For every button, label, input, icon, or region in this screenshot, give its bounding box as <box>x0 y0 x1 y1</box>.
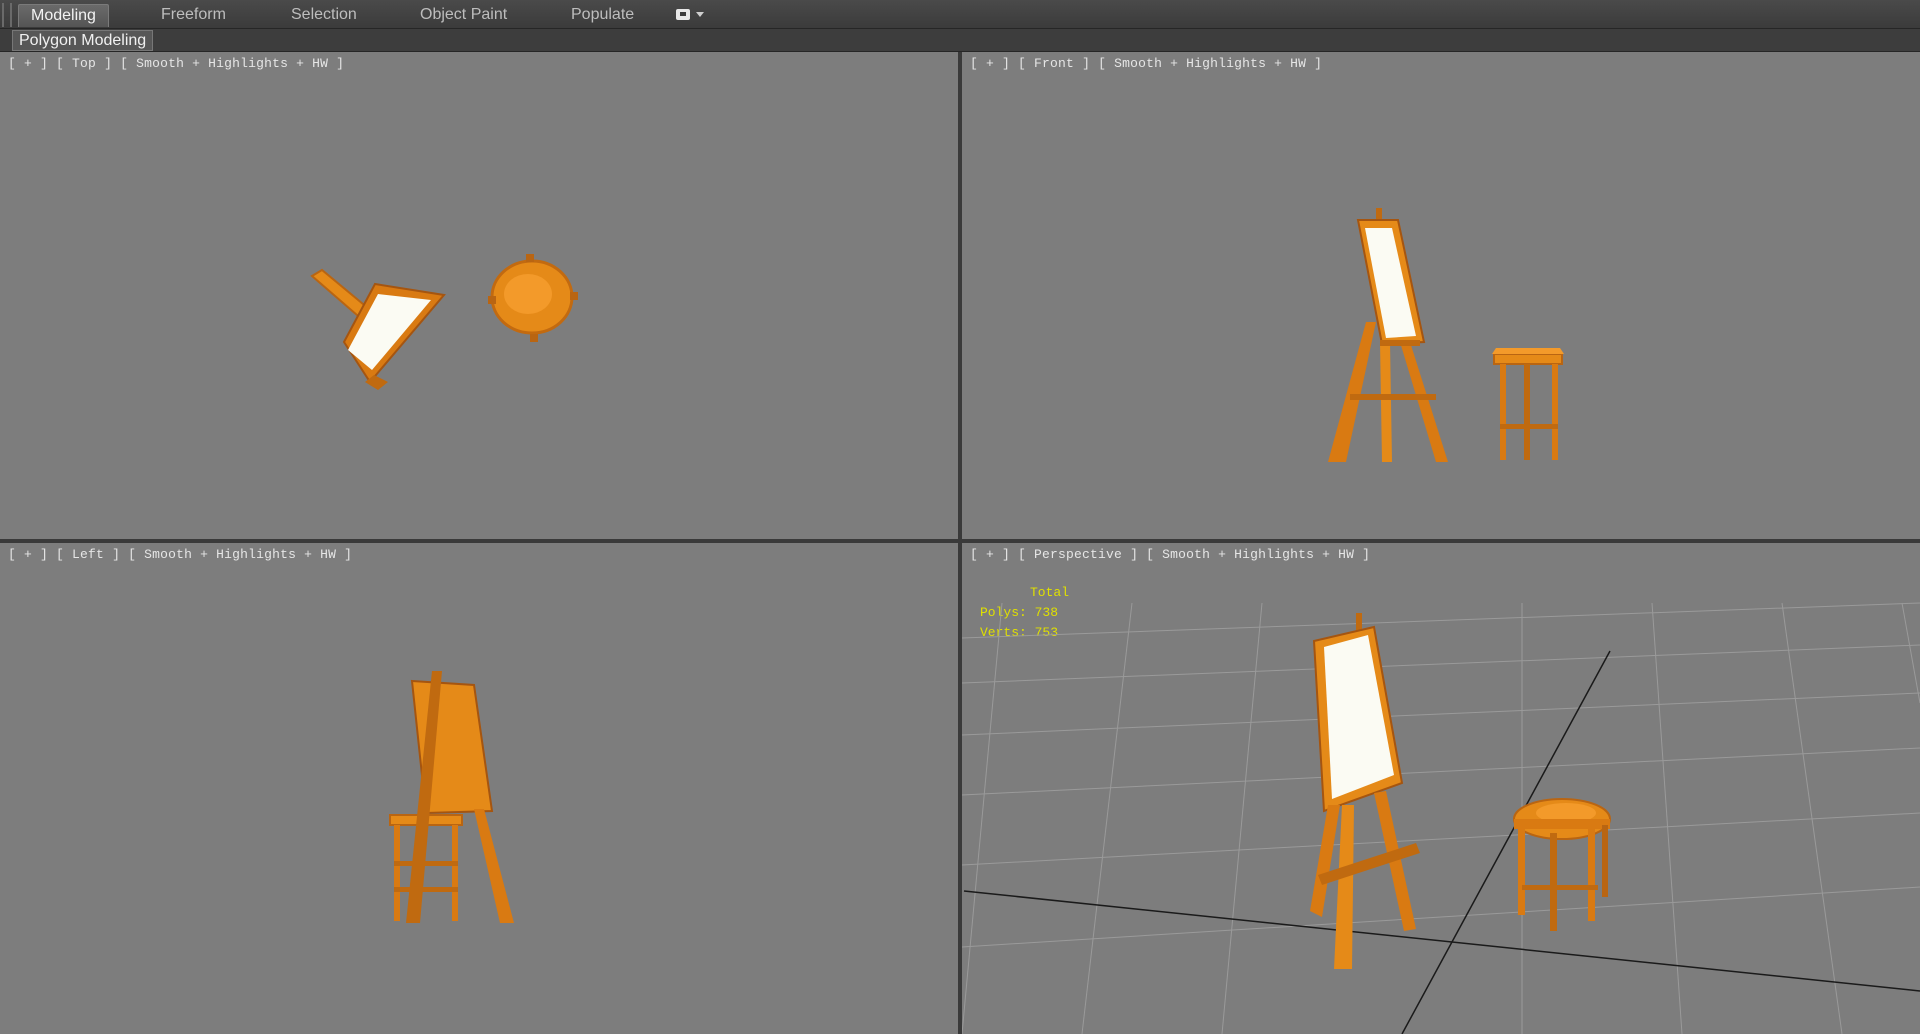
viewport-perspective[interactable]: [ + ] [ Perspective ] [ Smooth + Highlig… <box>962 543 1920 1034</box>
tab-populate[interactable]: Populate <box>571 4 634 26</box>
viewport-front[interactable]: [ + ] [ Front ] [ Smooth + Highlights + … <box>962 52 1920 539</box>
home-grid-axes <box>963 650 1920 1034</box>
tab-freeform[interactable]: Freeform <box>161 4 226 26</box>
easel-perspective-view <box>1310 613 1420 969</box>
stool-top-view <box>488 254 578 342</box>
tab-selection[interactable]: Selection <box>291 4 357 26</box>
panel-title-polygon-modeling[interactable]: Polygon Modeling <box>12 30 154 51</box>
chevron-down-icon <box>696 12 704 17</box>
ribbon-options-box <box>676 9 690 20</box>
top-view-scene <box>310 254 578 390</box>
easel-front-view <box>1328 208 1448 462</box>
perspective-scene <box>962 602 1920 1034</box>
tab-modeling[interactable]: Modeling <box>18 4 109 27</box>
home-grid <box>962 602 1920 1034</box>
left-view-scene <box>389 671 514 923</box>
viewport-top[interactable]: [ + ] [ Top ] [ Smooth + Highlights + HW… <box>0 52 958 539</box>
ribbon-grip-handle[interactable] <box>2 3 12 27</box>
viewport-left[interactable]: [ + ] [ Left ] [ Smooth + Highlights + H… <box>0 543 958 1034</box>
ribbon: Modeling Freeform Selection Object Paint… <box>0 0 1920 29</box>
ribbon-panel-bar: Polygon Modeling <box>0 29 1920 52</box>
easel-left-view <box>406 671 514 923</box>
tab-object-paint[interactable]: Object Paint <box>420 4 507 26</box>
stool-front-view <box>1492 348 1564 460</box>
front-view-scene <box>1328 208 1564 462</box>
ribbon-options-icon[interactable] <box>674 7 714 23</box>
easel-top-view <box>310 268 446 390</box>
